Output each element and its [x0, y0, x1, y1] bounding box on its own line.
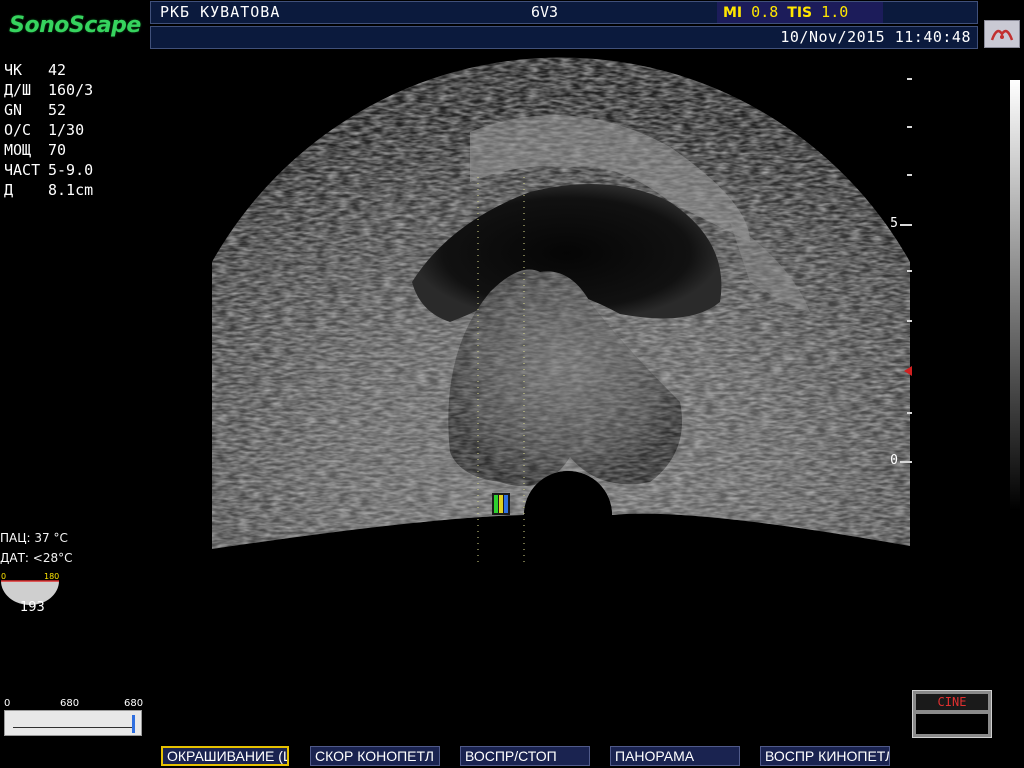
mi-label: MI	[723, 5, 743, 21]
depth-scale: 5 0	[880, 70, 920, 490]
ultrasound-screen: SonoScape РКБ КУВАТОВА 6V3 MI 0.8 TIS 1.…	[0, 0, 1024, 768]
probe-temp-row: ДАТ: <28°C	[0, 548, 73, 568]
softkey-cine-play[interactable]: ВОСПР КИНОПЕТЛ	[760, 746, 890, 766]
param-value: 160/3	[48, 81, 94, 99]
cine-slot	[916, 714, 988, 734]
cine-handle[interactable]	[132, 715, 135, 733]
param-value: 1/30	[48, 121, 85, 139]
param-value: 8.1cm	[48, 181, 94, 199]
patient-temp-value: 37 °C	[34, 531, 68, 545]
color-marker-icon	[492, 493, 510, 515]
softkey-cine-speed[interactable]: СКОР КОНОПЕТЛ	[310, 746, 440, 766]
grayscale-bar	[1010, 80, 1020, 510]
safety-index-box: MI 0.8 TIS 1.0	[717, 2, 883, 23]
param-value: 42	[48, 61, 67, 79]
depth-tick	[907, 78, 912, 80]
cine-indicator: CINE	[912, 690, 992, 738]
depth-tick-major	[900, 461, 912, 463]
param-key: МОЩ	[4, 141, 32, 159]
param-row: МОЩ 70	[4, 140, 93, 160]
param-row: GN 52	[4, 100, 93, 120]
ultrasound-image[interactable]	[150, 52, 930, 612]
header-info-bar: РКБ КУВАТОВА 6V3 MI 0.8 TIS 1.0	[150, 1, 978, 24]
param-key: Д/Ш	[4, 81, 32, 99]
param-key: GN	[4, 101, 23, 119]
depth-tick	[907, 174, 912, 176]
param-key: О/С	[4, 121, 32, 139]
depth-tick-major	[900, 224, 912, 226]
patient-temp-label: ПАЦ:	[0, 531, 31, 545]
probe-temp-label: ДАТ:	[0, 551, 29, 565]
param-row: Д 8.1cm	[4, 180, 93, 200]
depth-label-5: 5	[890, 216, 898, 231]
softkey-play-stop[interactable]: ВОСПР/СТОП	[460, 746, 590, 766]
mi-value: 0.8	[751, 3, 779, 21]
softkey-colorize[interactable]: ОКРАШИВАНИЕ (ЦВ	[161, 746, 289, 766]
cine-track-line	[13, 727, 133, 728]
logo-text: SonoScape	[9, 12, 141, 38]
cine-start: 0	[4, 698, 11, 709]
param-key: ЧК	[4, 61, 23, 79]
depth-tick	[907, 270, 912, 272]
cine-label: CINE	[916, 694, 988, 710]
header-datetime-bar: 10/Nov/2015 11:40:48	[150, 26, 978, 49]
tis-label: TIS	[787, 5, 813, 21]
depth-tick	[907, 412, 912, 414]
param-row: О/С 1/30	[4, 120, 93, 140]
patient-name: РКБ КУВАТОВА	[160, 3, 281, 21]
temperature-panel: ПАЦ: 37 °C ДАТ: <28°C	[0, 528, 73, 568]
patient-temp-row: ПАЦ: 37 °C	[0, 528, 73, 548]
param-key: ЧАСТ	[4, 161, 41, 179]
cine-track[interactable]	[4, 710, 142, 736]
imaging-parameters: ЧК 42 Д/Ш 160/3 GN 52 О/С 1/30 МОЩ 70 ЧАСТ 5-9…	[4, 60, 93, 200]
softkey-panorama[interactable]: ПАНОРАМА	[610, 746, 740, 766]
cine-mid: 680	[60, 698, 80, 709]
angle-value: 193	[20, 600, 45, 615]
param-row: Д/Ш 160/3	[4, 80, 93, 100]
probe-model: 6V3	[531, 3, 559, 21]
brand-logo: SonoScape	[0, 0, 150, 50]
cine-scrub-bar[interactable]: 0 680 680	[4, 698, 146, 740]
datetime: 10/Nov/2015 11:40:48	[780, 28, 971, 46]
depth-tick	[907, 126, 912, 128]
probe-glyph-icon	[990, 29, 1014, 41]
depth-tick	[907, 320, 912, 322]
tis-value: 1.0	[821, 3, 849, 21]
steer-angle-indicator: 0 180 193	[0, 572, 60, 616]
focus-marker-icon[interactable]	[904, 366, 912, 376]
param-value: 52	[48, 101, 67, 119]
param-key: Д	[4, 181, 14, 199]
param-row: ЧАСТ 5-9.0	[4, 160, 93, 180]
depth-label-0: 0	[890, 453, 898, 468]
param-row: ЧК 42	[4, 60, 93, 80]
param-value: 70	[48, 141, 67, 159]
probe-temp-value: <28°C	[32, 551, 73, 565]
param-value: 5-9.0	[48, 161, 94, 179]
probe-icon[interactable]	[984, 20, 1020, 48]
cine-end: 680	[124, 698, 144, 709]
softkey-bar: ОКРАШИВАНИЕ (ЦВ СКОР КОНОПЕТЛ ВОСПР/СТОП…	[0, 744, 1024, 768]
